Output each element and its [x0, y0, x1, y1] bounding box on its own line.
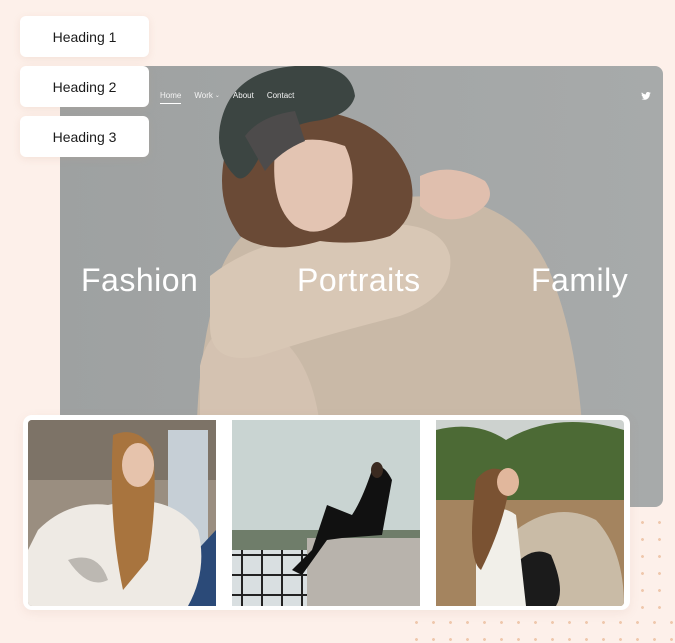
category-family[interactable]: Family: [531, 262, 628, 299]
heading-1-button[interactable]: Heading 1: [20, 16, 149, 57]
twitter-icon[interactable]: [641, 92, 651, 100]
nav-work-label: Work: [194, 91, 213, 100]
gallery-image-rock[interactable]: [436, 420, 624, 606]
nav-contact[interactable]: Contact: [267, 91, 295, 100]
gallery-image-wall[interactable]: [232, 420, 420, 606]
heading-2-button[interactable]: Heading 2: [20, 66, 149, 107]
nav-about[interactable]: About: [233, 91, 254, 100]
category-portraits[interactable]: Portraits: [297, 262, 421, 299]
site-nav: Home Work ⌄ About Contact: [160, 91, 295, 104]
decorative-dot-grid: [408, 614, 675, 643]
nav-home[interactable]: Home: [160, 91, 182, 104]
nav-work[interactable]: Work ⌄: [194, 91, 220, 100]
heading-3-button[interactable]: Heading 3: [20, 116, 149, 157]
photo-gallery: [23, 415, 630, 610]
decorative-dot-grid: [634, 514, 674, 614]
category-fashion[interactable]: Fashion: [81, 262, 198, 299]
chevron-down-icon: ⌄: [214, 93, 220, 99]
gallery-image-car[interactable]: [28, 420, 216, 606]
